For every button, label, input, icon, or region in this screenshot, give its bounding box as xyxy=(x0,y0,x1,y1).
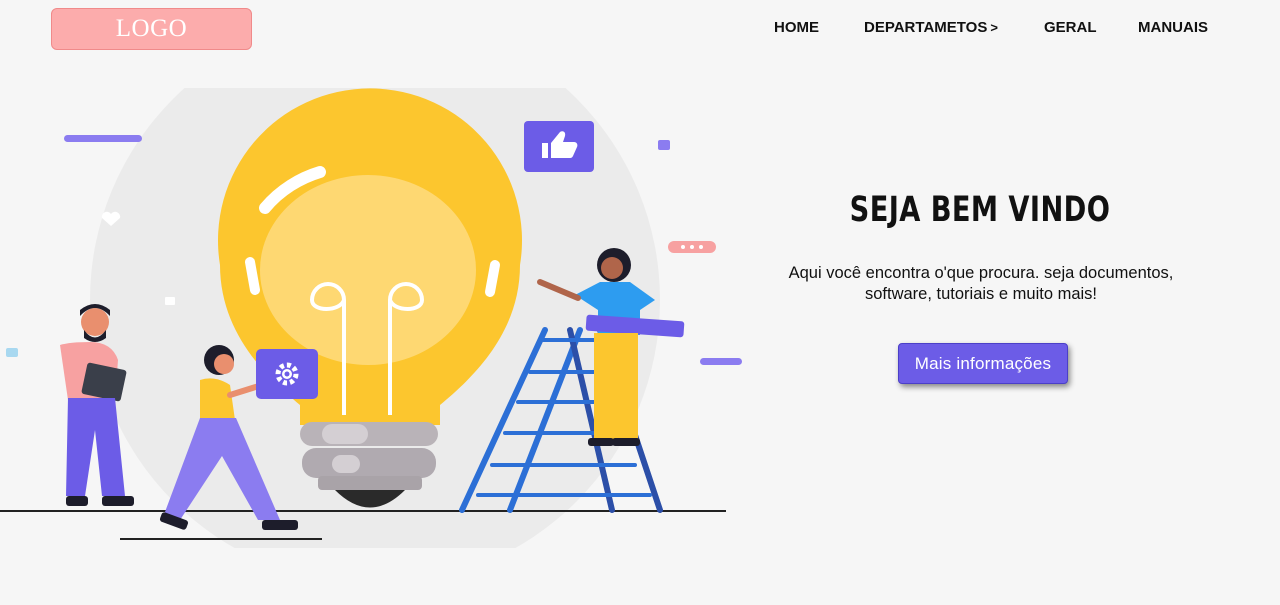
more-info-button[interactable]: Mais informações xyxy=(898,343,1068,384)
nav-manuais[interactable]: MANUAIS xyxy=(1138,19,1208,36)
hero-description: Aqui você encontra o'que procura. seja d… xyxy=(755,263,1207,305)
deco-square-blue xyxy=(6,348,18,357)
nav-departamentos[interactable]: DEPARTAMETOS > xyxy=(864,19,998,36)
deco-bar-right xyxy=(700,358,742,365)
teamwork-lightbulb-illustration xyxy=(0,88,742,548)
hero-description-line-1: Aqui você encontra o'que procura. seja d… xyxy=(788,264,1174,282)
thumbs-up-icon xyxy=(524,121,594,172)
nav-home[interactable]: HOME xyxy=(774,19,819,36)
hero-description-line-2: software, tutoriais e muito mais! xyxy=(865,285,1097,303)
nav-departamentos-label: DEPARTAMETOS xyxy=(864,19,988,36)
nav-geral[interactable]: GERAL xyxy=(1044,19,1097,36)
chat-bubble-icon xyxy=(668,241,716,253)
gear-icon xyxy=(256,349,318,399)
deco-square-purple xyxy=(658,140,670,150)
hero-title: SEJA BEM VINDO xyxy=(849,190,1111,230)
deco-square-white xyxy=(165,297,175,305)
logo[interactable]: LOGO xyxy=(51,8,252,50)
chevron-right-icon: > xyxy=(990,20,998,35)
deco-bar-top-left xyxy=(64,135,142,142)
